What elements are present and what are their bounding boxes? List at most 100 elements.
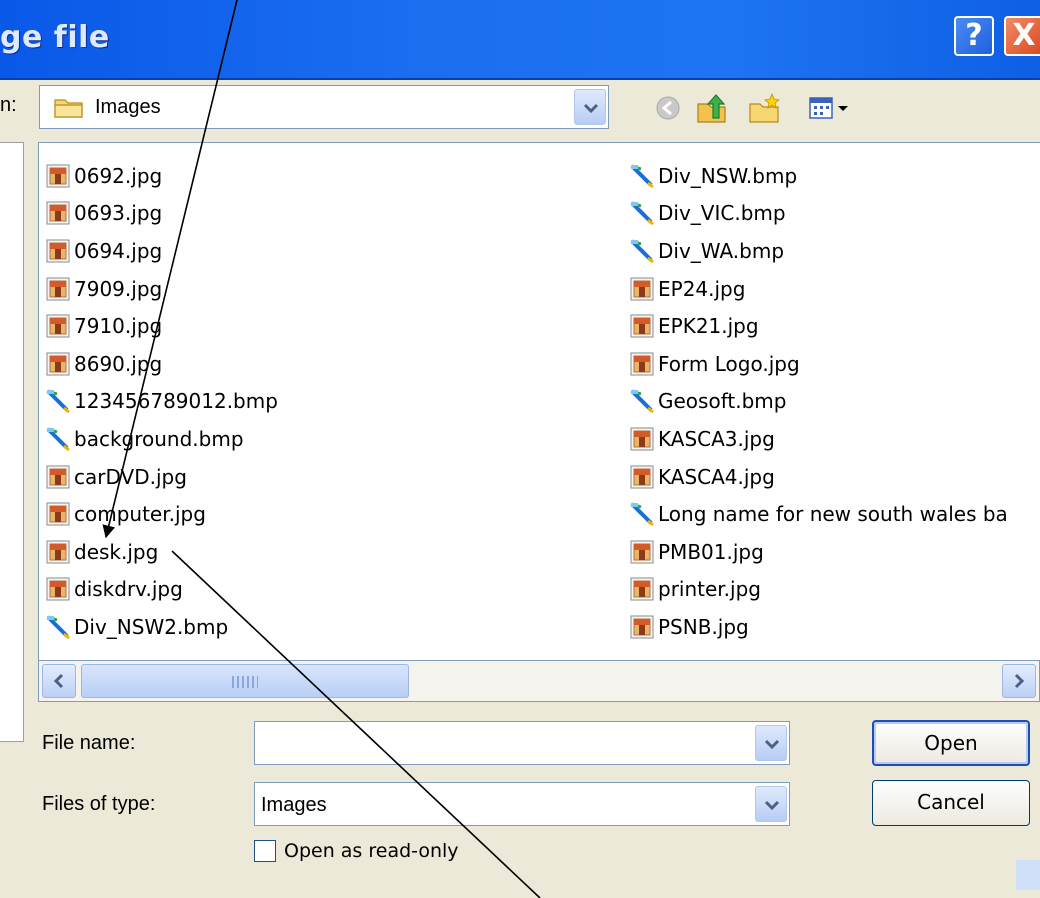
chevron-down-icon bbox=[583, 103, 599, 114]
file-item[interactable]: 8690.jpg bbox=[45, 345, 278, 383]
scroll-right-button[interactable] bbox=[1002, 664, 1036, 698]
jpg-file-icon bbox=[46, 239, 70, 263]
new-folder-icon[interactable] bbox=[748, 92, 782, 124]
file-item[interactable]: PMB01.jpg bbox=[629, 533, 1008, 571]
file-item-label: Div_NSW.bmp bbox=[658, 163, 798, 188]
file-item-label: Form Logo.jpg bbox=[658, 351, 800, 376]
file-item-label: KASCA4.jpg bbox=[658, 464, 775, 489]
close-button[interactable]: X bbox=[1004, 16, 1040, 56]
file-item-label: EPK21.jpg bbox=[658, 314, 759, 339]
back-arrow-icon[interactable] bbox=[652, 92, 686, 124]
jpg-file-icon bbox=[630, 540, 654, 564]
file-item-label: 0692.jpg bbox=[74, 163, 163, 188]
file-item[interactable]: diskdrv.jpg bbox=[45, 571, 278, 609]
file-item-label: Long name for new south wales ba bbox=[658, 502, 1008, 527]
file-item-label: 7910.jpg bbox=[74, 314, 163, 339]
file-item[interactable]: KASCA4.jpg bbox=[629, 458, 1008, 496]
bmp-file-icon bbox=[46, 427, 70, 452]
file-item[interactable]: 7910.jpg bbox=[45, 307, 278, 345]
bmp-file-icon bbox=[630, 164, 654, 188]
file-item-label: Geosoft.bmp bbox=[658, 389, 787, 414]
scroll-grip bbox=[232, 676, 258, 688]
up-folder-icon[interactable] bbox=[695, 92, 729, 124]
jpg-file-icon bbox=[630, 352, 654, 376]
file-type-value: Images bbox=[261, 794, 327, 816]
file-type-label: Files of type: bbox=[42, 793, 156, 815]
file-item[interactable]: Div_NSW.bmp bbox=[629, 157, 1008, 195]
bmp-file-icon bbox=[46, 389, 70, 414]
file-item[interactable]: 0692.jpg bbox=[45, 157, 278, 195]
file-name-label: File name: bbox=[42, 732, 136, 754]
file-item[interactable]: Div_WA.bmp bbox=[629, 232, 1008, 270]
places-bar[interactable] bbox=[0, 142, 24, 742]
file-item-label: carDVD.jpg bbox=[74, 464, 187, 489]
file-item-label: computer.jpg bbox=[74, 502, 206, 527]
file-item[interactable]: Long name for new south wales ba bbox=[629, 495, 1008, 533]
file-item[interactable]: Geosoft.bmp bbox=[629, 383, 1008, 421]
file-type-combobox[interactable]: Images bbox=[254, 782, 790, 826]
file-item[interactable]: Form Logo.jpg bbox=[629, 345, 1008, 383]
file-item-label: Div_NSW2.bmp bbox=[74, 614, 229, 639]
file-item[interactable]: computer.jpg bbox=[45, 495, 278, 533]
help-button[interactable]: ? bbox=[954, 16, 994, 56]
jpg-file-icon bbox=[46, 540, 70, 564]
file-item[interactable]: 0694.jpg bbox=[45, 232, 278, 270]
file-item-label: diskdrv.jpg bbox=[74, 577, 183, 602]
chevron-left-icon bbox=[53, 673, 64, 689]
window-title: ge file bbox=[0, 20, 110, 55]
file-item[interactable]: printer.jpg bbox=[629, 571, 1008, 609]
file-item-label: Div_VIC.bmp bbox=[658, 201, 786, 226]
cancel-button[interactable]: Cancel bbox=[872, 780, 1030, 826]
jpg-file-icon bbox=[46, 201, 70, 225]
jpg-file-icon bbox=[46, 314, 70, 338]
bmp-file-icon bbox=[46, 615, 70, 640]
jpg-file-icon bbox=[46, 277, 70, 301]
file-item[interactable]: 123456789012.bmp bbox=[45, 383, 278, 421]
file-item[interactable]: KASCA3.jpg bbox=[629, 420, 1008, 458]
read-only-option[interactable]: Open as read-only bbox=[254, 840, 459, 862]
look-in-dropdown-button[interactable] bbox=[574, 89, 606, 125]
read-only-label: Open as read-only bbox=[284, 840, 459, 862]
file-item-label: KASCA3.jpg bbox=[658, 426, 775, 451]
file-item[interactable]: background.bmp bbox=[45, 420, 278, 458]
file-item-label: 7909.jpg bbox=[74, 276, 163, 301]
jpg-file-icon bbox=[46, 352, 70, 376]
bmp-file-icon bbox=[630, 239, 654, 264]
jpg-file-icon bbox=[46, 502, 70, 526]
file-item[interactable]: 7909.jpg bbox=[45, 270, 278, 308]
file-item-label: 0693.jpg bbox=[74, 201, 163, 226]
look-in-label: n: bbox=[0, 94, 17, 116]
file-item[interactable]: PSNB.jpg bbox=[629, 608, 1008, 646]
file-column-left: 0692.jpg 0693.jpg 0694.jpg 7909.jpg 7910.jpg… bbox=[45, 157, 278, 646]
views-menu-icon[interactable] bbox=[806, 92, 856, 124]
file-item[interactable]: EP24.jpg bbox=[629, 270, 1008, 308]
jpg-file-icon bbox=[46, 465, 70, 489]
file-item-label: desk.jpg bbox=[74, 539, 159, 564]
file-item[interactable]: Div_VIC.bmp bbox=[629, 195, 1008, 233]
title-bar[interactable]: ge file ? X bbox=[0, 0, 1040, 80]
jpg-file-icon bbox=[630, 615, 654, 639]
open-button[interactable]: Open bbox=[872, 720, 1030, 766]
jpg-file-icon bbox=[630, 427, 654, 451]
scroll-left-button[interactable] bbox=[42, 664, 76, 698]
file-type-dropdown-button[interactable] bbox=[755, 786, 787, 822]
file-item[interactable]: Div_NSW2.bmp bbox=[45, 608, 278, 646]
file-item[interactable]: EPK21.jpg bbox=[629, 307, 1008, 345]
look-in-combobox[interactable]: Images bbox=[39, 85, 609, 129]
file-item[interactable]: 0693.jpg bbox=[45, 195, 278, 233]
look-in-value: Images bbox=[95, 96, 161, 118]
chevron-down-icon bbox=[764, 739, 780, 750]
resize-grip[interactable] bbox=[1016, 860, 1040, 890]
file-column-right: Div_NSW.bmp Div_VIC.bmp Div_WA.bmp EP24.jpg… bbox=[629, 157, 1008, 646]
scroll-thumb[interactable] bbox=[81, 664, 409, 698]
file-item-label: Div_WA.bmp bbox=[658, 238, 785, 263]
bmp-file-icon bbox=[630, 201, 654, 226]
file-item[interactable]: carDVD.jpg bbox=[45, 458, 278, 496]
file-name-combobox[interactable] bbox=[254, 721, 790, 765]
jpg-file-icon bbox=[630, 277, 654, 301]
file-item[interactable]: desk.jpg bbox=[45, 533, 278, 571]
horizontal-scrollbar[interactable] bbox=[38, 660, 1040, 702]
file-name-dropdown-button[interactable] bbox=[755, 725, 787, 761]
file-list[interactable]: 0692.jpg 0693.jpg 0694.jpg 7909.jpg 7910.jpg… bbox=[38, 142, 1040, 702]
read-only-checkbox[interactable] bbox=[254, 840, 276, 862]
